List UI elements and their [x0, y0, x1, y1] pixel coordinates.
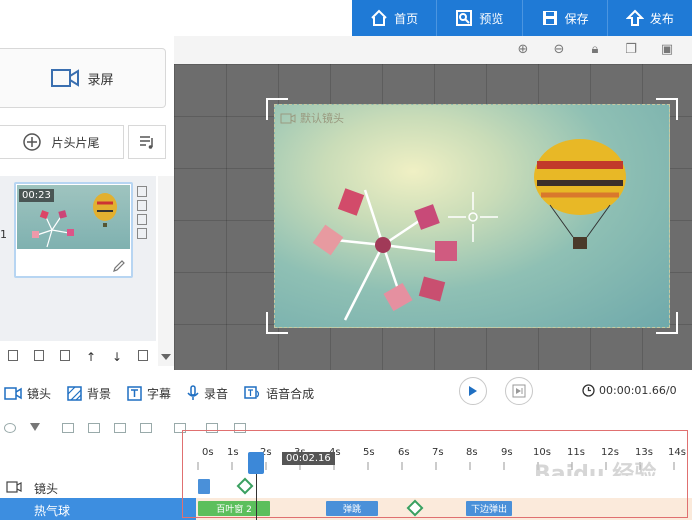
move-up-icon[interactable]: ↑ [86, 350, 96, 364]
music-list-icon [140, 136, 153, 149]
publish-icon [625, 9, 644, 26]
time-readout: 00:00:01.66/0 [582, 384, 677, 397]
scroll-down-arrow-icon[interactable] [161, 354, 171, 360]
playhead-time: 00:02.16 [282, 452, 335, 465]
filter-icon[interactable] [30, 423, 40, 431]
frame-corner-bottom-left[interactable] [266, 312, 288, 334]
frame-corner-top-right[interactable] [656, 98, 678, 120]
camera-tool[interactable]: 镜头 [4, 385, 51, 402]
record-audio-label: 录音 [204, 386, 229, 401]
zoom-in-icon[interactable]: ⊕ [516, 43, 530, 57]
save-button[interactable]: 保存 [521, 0, 607, 36]
home-button[interactable]: 首页 [352, 0, 436, 36]
edit-icon[interactable] [112, 259, 126, 273]
step-icon [512, 384, 526, 398]
home-icon [371, 9, 387, 26]
playhead-line [256, 474, 257, 520]
align-right-icon[interactable] [114, 423, 126, 433]
tts-tool-label: 语音合成 [266, 386, 315, 401]
scene-duration: 00:23 [19, 189, 54, 202]
delete-scene-icon[interactable] [137, 200, 147, 211]
track-name: 热气球 [34, 504, 71, 518]
camera-tool-label: 镜头 [27, 386, 52, 401]
save-icon [542, 11, 557, 25]
playhead-handle[interactable] [248, 452, 264, 474]
insert-before-icon[interactable] [8, 349, 18, 361]
publish-button[interactable]: 发布 [606, 0, 692, 36]
camera-label: 默认镜头 [280, 110, 344, 126]
microphone-icon [187, 385, 199, 400]
preview-toolbar: ⊕ ⊖ 🔒︎ ❐ ▣ [174, 36, 692, 64]
locate-icon[interactable] [4, 423, 16, 433]
intro-outro-button[interactable]: 片头片尾 [0, 125, 124, 159]
camera-track-icon [6, 481, 22, 493]
align-left-icon[interactable] [62, 423, 74, 433]
preview-icon [456, 10, 473, 26]
plus-circle-icon [23, 133, 42, 151]
timeline-highlight-frame [182, 430, 688, 518]
frame-corner-bottom-right[interactable] [656, 312, 678, 334]
copy-icon[interactable] [60, 349, 70, 361]
tts-icon [244, 385, 260, 399]
scene-number: 1 [0, 228, 7, 241]
camera-tool-icon [4, 386, 22, 400]
time-readout-text: 00:00:01.66/0 [599, 384, 677, 397]
play-icon [469, 386, 477, 396]
clock-icon [582, 384, 595, 397]
camera-label-text: 默认镜头 [300, 112, 344, 125]
export-scene-icon[interactable] [137, 214, 147, 225]
scene-thumbnail: 00:23 [17, 185, 130, 249]
scene-tools [137, 186, 151, 239]
track-name: 镜头 [34, 482, 59, 496]
preview-button[interactable]: 预览 [436, 0, 521, 36]
duplicate-scene-icon[interactable] [137, 228, 147, 239]
subtitle-tool-label: 字幕 [147, 386, 172, 401]
scene-card[interactable]: 00:23 [14, 182, 133, 278]
scene-list-tools: ↑ ↓ [0, 344, 156, 366]
record-label: 录屏 [87, 72, 114, 88]
home-label: 首页 [394, 11, 419, 26]
move-down-icon[interactable]: ↓ [112, 350, 122, 364]
publish-label: 发布 [649, 11, 674, 26]
save-label: 保存 [564, 11, 589, 26]
subtitle-icon [127, 385, 142, 401]
scene-list-scrollbar[interactable] [158, 176, 174, 366]
record-audio-tool[interactable]: 录音 [187, 385, 228, 402]
subtitle-tool[interactable]: 字幕 [127, 385, 171, 402]
copy-icon[interactable]: ❐ [624, 43, 638, 57]
align-center-icon[interactable] [88, 423, 100, 433]
background-icon [67, 385, 82, 401]
background-tool-label: 背景 [87, 386, 112, 401]
record-screen-button[interactable]: 录屏 [0, 48, 166, 108]
intro-outro-label: 片头片尾 [51, 135, 100, 150]
lock-icon[interactable]: 🔒︎ [588, 43, 602, 57]
top-navigation: 首页 预览 保存 发布 [352, 0, 692, 36]
camera-icon [51, 69, 80, 87]
distribute-icon[interactable] [140, 423, 152, 433]
background-tool[interactable]: 背景 [67, 385, 111, 402]
step-play-button[interactable] [505, 377, 533, 405]
paste-icon[interactable]: ▣ [660, 43, 674, 57]
copy-scene-icon[interactable] [137, 186, 147, 197]
zoom-out-icon[interactable]: ⊖ [552, 43, 566, 57]
crosshair-icon[interactable] [448, 192, 498, 242]
frame-corner-top-left[interactable] [266, 98, 288, 120]
insert-after-icon[interactable] [34, 349, 44, 361]
preview-label: 预览 [479, 11, 504, 26]
play-button[interactable] [459, 377, 487, 405]
music-menu-button[interactable] [128, 125, 166, 159]
trash-icon[interactable] [138, 349, 148, 361]
tts-tool[interactable]: 语音合成 [244, 385, 314, 402]
